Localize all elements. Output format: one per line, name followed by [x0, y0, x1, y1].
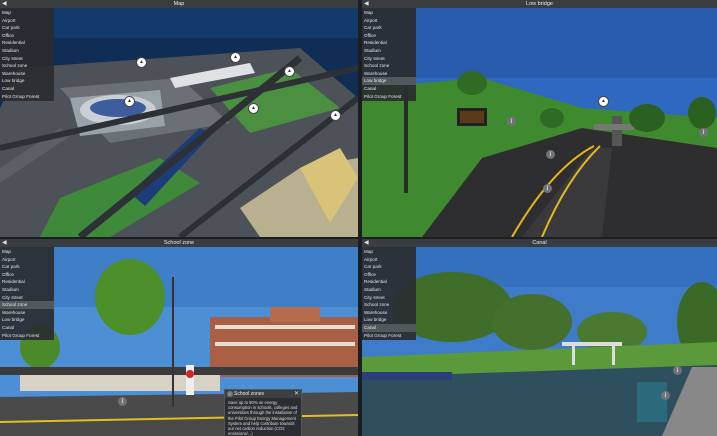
- info-icon[interactable]: i: [507, 117, 516, 126]
- location-menu: Map Airport Car park Office Residential Stadi…: [0, 247, 54, 341]
- location-menu: Map Airport Car park Office Residential Stadi…: [362, 8, 416, 102]
- menu-item-pilot-group-forest[interactable]: Pilot Group Forest: [0, 93, 54, 101]
- menu-item-airport[interactable]: Airport: [362, 17, 416, 25]
- menu-item-city-street[interactable]: City street: [0, 55, 54, 63]
- location-pin-icon[interactable]: ▲: [230, 52, 241, 63]
- menu-item-pilot-group-forest[interactable]: Pilot Group Forest: [362, 332, 416, 340]
- collapse-menu-icon[interactable]: ◀: [2, 0, 7, 8]
- menu-item-car-park[interactable]: Car park: [0, 263, 54, 271]
- location-menu: Map Airport Car park Office Residential Stadi…: [0, 8, 54, 102]
- menu-item-canal[interactable]: Canal: [362, 323, 416, 332]
- menu-item-office[interactable]: Office: [0, 32, 54, 40]
- info-icon[interactable]: i: [661, 391, 670, 400]
- info-icon[interactable]: i: [673, 366, 682, 375]
- menu-item-warehouse[interactable]: Warehouse: [362, 70, 416, 78]
- menu-item-car-park[interactable]: Car park: [362, 24, 416, 32]
- info-icon: i: [227, 391, 233, 397]
- location-menu: Map Airport Car park Office Residential Stadi…: [362, 247, 416, 341]
- popup-body: Save up to 80% on energy consumption in …: [228, 400, 298, 436]
- menu-item-map[interactable]: Map: [362, 248, 416, 256]
- menu-item-low-bridge[interactable]: Low bridge: [362, 316, 416, 324]
- menu-item-low-bridge[interactable]: Low bridge: [0, 77, 54, 85]
- menu-item-airport[interactable]: Airport: [362, 256, 416, 264]
- collapse-menu-icon[interactable]: ◀: [364, 0, 369, 8]
- info-popup: i School zones ✕ Save up to 80% on energ…: [224, 389, 302, 436]
- pane-title-bar: ◀ Canal: [362, 239, 717, 247]
- location-pin-icon[interactable]: ▲: [248, 103, 259, 114]
- menu-item-city-street[interactable]: City street: [362, 294, 416, 302]
- pane-title-bar: ◀ Low bridge: [362, 0, 717, 8]
- menu-item-residential[interactable]: Residential: [0, 278, 54, 286]
- info-icon[interactable]: i: [546, 150, 555, 159]
- menu-item-car-park[interactable]: Car park: [0, 24, 54, 32]
- menu-item-map[interactable]: Map: [362, 9, 416, 17]
- menu-item-office[interactable]: Office: [362, 271, 416, 279]
- menu-item-car-park[interactable]: Car park: [362, 263, 416, 271]
- menu-item-residential[interactable]: Residential: [362, 39, 416, 47]
- pane-school-zone[interactable]: ◀ School zone Map Airport Car park Office Re…: [0, 239, 358, 436]
- close-icon[interactable]: ✕: [294, 390, 299, 398]
- pane-title: Map: [173, 1, 185, 7]
- menu-item-city-street[interactable]: City street: [0, 294, 54, 302]
- menu-item-map[interactable]: Map: [0, 9, 54, 17]
- menu-item-airport[interactable]: Airport: [0, 256, 54, 264]
- menu-item-stadium[interactable]: Stadium: [0, 286, 54, 294]
- menu-item-warehouse[interactable]: Warehouse: [0, 309, 54, 317]
- menu-item-low-bridge[interactable]: Low bridge: [0, 316, 54, 324]
- menu-item-pilot-group-forest[interactable]: Pilot Group Forest: [0, 332, 54, 340]
- four-pane-viewer: ◀ Map Map Airport Car park Office Residentia…: [0, 0, 717, 436]
- menu-item-pilot-group-forest[interactable]: Pilot Group Forest: [362, 93, 416, 101]
- menu-item-warehouse[interactable]: Warehouse: [0, 70, 54, 78]
- pane-map[interactable]: ◀ Map Map Airport Car park Office Residentia…: [0, 0, 358, 237]
- menu-item-school-zone[interactable]: School zone: [362, 301, 416, 309]
- menu-item-low-bridge[interactable]: Low bridge: [362, 77, 416, 85]
- pane-canal[interactable]: ◀ Canal Map Airport Car park Office Resident…: [118, 239, 717, 436]
- pane-title: Canal: [532, 240, 547, 246]
- menu-item-airport[interactable]: Airport: [0, 17, 54, 25]
- info-icon[interactable]: i: [543, 184, 552, 193]
- menu-item-office[interactable]: Office: [0, 271, 54, 279]
- menu-item-stadium[interactable]: Stadium: [0, 47, 54, 55]
- menu-item-stadium[interactable]: Stadium: [362, 47, 416, 55]
- popup-title: School zones: [234, 391, 265, 397]
- pane-title-bar: ◀ Map: [0, 0, 358, 8]
- collapse-menu-icon[interactable]: ◀: [364, 239, 369, 247]
- menu-item-warehouse[interactable]: Warehouse: [362, 309, 416, 317]
- collapse-menu-icon[interactable]: ◀: [2, 239, 7, 247]
- location-pin-icon[interactable]: ▲: [330, 110, 341, 121]
- menu-item-school-zone[interactable]: School zone: [0, 301, 54, 309]
- info-icon[interactable]: i: [699, 128, 708, 137]
- location-pin-icon[interactable]: ▲: [136, 57, 147, 68]
- menu-item-canal[interactable]: Canal: [0, 85, 54, 93]
- pane-title: Low bridge: [526, 1, 553, 7]
- pane-low-bridge[interactable]: ◀ Low bridge Map Airport Car park Office Res…: [362, 0, 717, 237]
- location-pin-icon[interactable]: ▲: [598, 96, 609, 107]
- location-pin-icon[interactable]: ▲: [284, 66, 295, 77]
- menu-item-school-zone[interactable]: School zone: [362, 62, 416, 70]
- menu-item-residential[interactable]: Residential: [362, 278, 416, 286]
- menu-item-canal[interactable]: Canal: [362, 85, 416, 93]
- menu-item-canal[interactable]: Canal: [0, 324, 54, 332]
- menu-item-stadium[interactable]: Stadium: [362, 286, 416, 294]
- menu-item-map[interactable]: Map: [0, 248, 54, 256]
- pane-title-bar: ◀ School zone: [0, 239, 358, 247]
- menu-item-residential[interactable]: Residential: [0, 39, 54, 47]
- menu-item-office[interactable]: Office: [362, 32, 416, 40]
- menu-item-school-zone[interactable]: School zone: [0, 62, 54, 70]
- location-pin-icon[interactable]: ▲: [124, 96, 135, 107]
- pane-title: School zone: [163, 240, 195, 246]
- popup-header: i School zones ✕: [225, 390, 301, 398]
- menu-item-city-street[interactable]: City street: [362, 55, 416, 63]
